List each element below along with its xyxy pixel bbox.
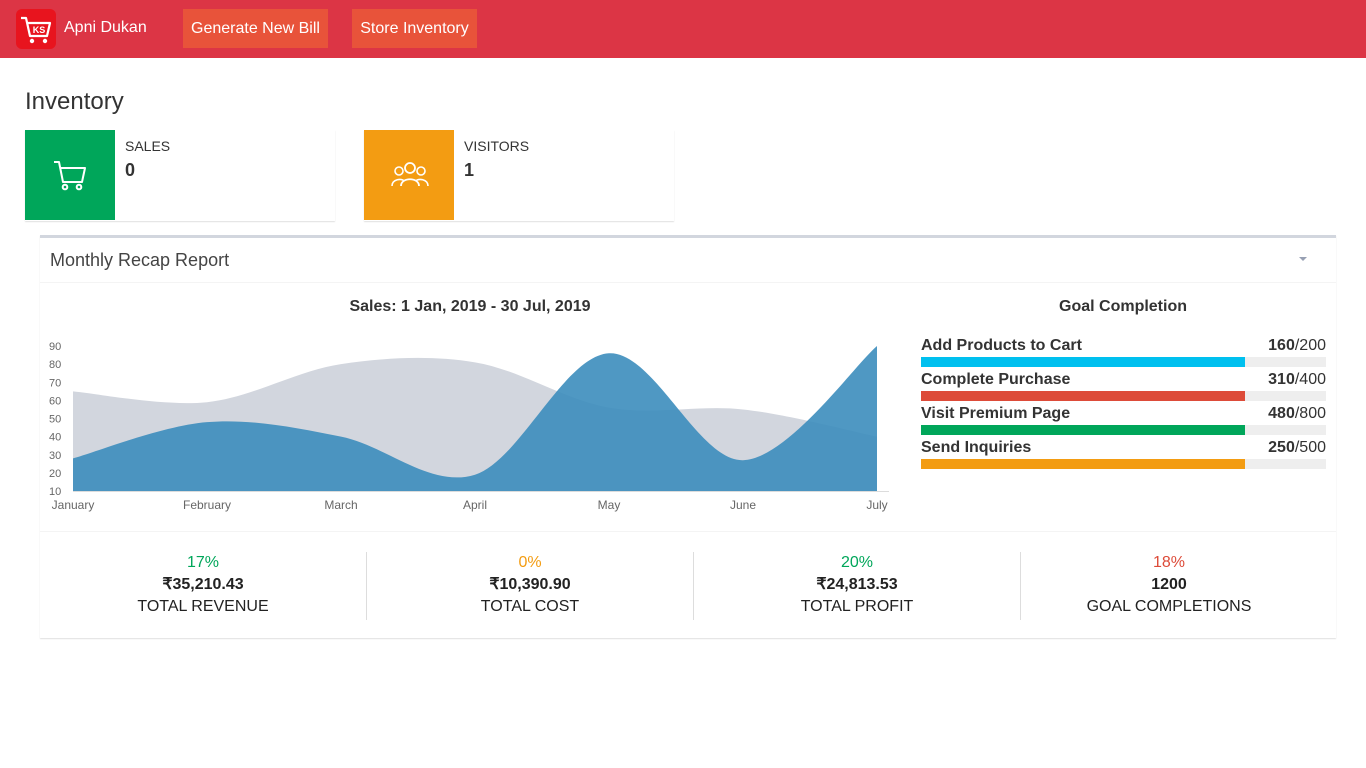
goal-progress-group: Visit Premium Page 480/800 <box>921 405 1326 437</box>
box-title: Monthly Recap Report <box>50 250 230 270</box>
goal-count: 160/200 <box>1268 337 1326 355</box>
users-icon <box>364 130 454 220</box>
description-block: 18% 1200 GOAL COMPLETIONS <box>1021 552 1317 620</box>
description-block: 0% ₹10,390.90 TOTAL COST <box>367 552 694 620</box>
y-tick-label: 40 <box>49 432 61 444</box>
navbar: KS Apni Dukan Generate New Bill Store In… <box>0 0 1366 58</box>
page-title: Inventory <box>25 88 124 115</box>
sales-label: SALES <box>125 138 171 154</box>
goal-count: 480/800 <box>1268 405 1326 423</box>
goal-progress-group: Add Products to Cart 160/200 <box>921 337 1326 369</box>
description-text: TOTAL PROFIT <box>800 598 914 615</box>
y-tick-label: 30 <box>49 450 61 462</box>
goal-progress-group: Send Inquiries 250/500 <box>921 439 1326 471</box>
sales-info-box: SALES 0 <box>25 130 335 221</box>
description-percentage: 18% <box>1152 554 1186 571</box>
y-tick-label: 10 <box>49 486 61 498</box>
box-header: Monthly Recap Report <box>40 238 1336 283</box>
report-summary: 17% ₹35,210.43 TOTAL REVENUE 0% ₹10,390.90 TO… <box>40 531 1336 641</box>
y-tick-label: 70 <box>49 377 61 389</box>
y-tick-label: 90 <box>49 341 61 353</box>
goal-total: /500 <box>1294 439 1326 456</box>
goal-completion-title: Goal Completion <box>1059 298 1187 315</box>
goal-label: Add Products to Cart <box>921 337 1082 354</box>
brand-name[interactable]: Apni Dukan <box>64 19 147 37</box>
x-tick-label: April <box>463 498 487 512</box>
description-block: 20% ₹24,813.53 TOTAL PROFIT <box>694 552 1021 620</box>
description-amount: ₹10,390.90 <box>489 576 571 593</box>
description-amount: ₹35,210.43 <box>162 576 244 593</box>
y-tick-label: 20 <box>49 468 61 480</box>
x-tick-label: May <box>598 498 621 512</box>
chart-title: Sales: 1 Jan, 2019 - 30 Jul, 2019 <box>349 298 591 315</box>
description-text: TOTAL COST <box>480 598 580 615</box>
x-tick-label: February <box>183 498 231 512</box>
progress-bar <box>921 459 1326 469</box>
description-percentage: 0% <box>518 554 542 571</box>
progress-fill <box>921 391 1245 401</box>
x-tick-label: June <box>730 498 756 512</box>
goal-done: 480 <box>1268 405 1295 422</box>
goal-label: Complete Purchase <box>921 371 1071 388</box>
goal-total: /800 <box>1294 405 1326 422</box>
goal-label: Visit Premium Page <box>921 405 1071 422</box>
goal-done: 310 <box>1268 371 1295 388</box>
visitors-label: VISITORS <box>464 138 530 154</box>
store-inventory-button[interactable]: Store Inventory <box>352 9 477 48</box>
description-percentage: 17% <box>186 554 220 571</box>
progress-bar <box>921 391 1326 401</box>
chevron-down-icon[interactable] <box>1296 252 1310 266</box>
goal-count: 310/400 <box>1268 371 1326 389</box>
description-text: GOAL COMPLETIONS <box>1086 598 1252 615</box>
description-amount: ₹24,813.53 <box>816 576 898 593</box>
brand-logo[interactable]: KS <box>16 9 56 49</box>
description-amount: 1200 <box>1151 576 1187 593</box>
x-tick-label: March <box>324 498 357 512</box>
goal-done: 160 <box>1268 337 1295 354</box>
sales-value: 0 <box>125 160 136 180</box>
goal-total: /200 <box>1294 337 1326 354</box>
progress-fill <box>921 357 1245 367</box>
goal-done: 250 <box>1268 439 1295 456</box>
generate-new-bill-button[interactable]: Generate New Bill <box>183 9 328 48</box>
description-percentage: 20% <box>840 554 874 571</box>
progress-bar <box>921 425 1326 435</box>
y-tick-label: 50 <box>49 414 61 426</box>
progress-bar <box>921 357 1326 367</box>
goal-count: 250/500 <box>1268 439 1326 457</box>
sales-area-chart: 10 20 30 40 50 60 70 80 90 January February March Ap… <box>49 341 889 512</box>
visitors-info-box: VISITORS 1 <box>364 130 674 221</box>
goal-total: /400 <box>1294 371 1326 388</box>
x-tick-label: July <box>866 498 887 512</box>
x-tick-label: January <box>52 498 95 512</box>
y-tick-label: 60 <box>49 395 61 407</box>
cart-icon <box>25 130 115 220</box>
description-block: 17% ₹35,210.43 TOTAL REVENUE <box>40 552 367 620</box>
visitors-value: 1 <box>464 160 475 180</box>
monthly-recap-box: Monthly Recap Report Sales: 1 Jan, 2019 … <box>40 235 1336 638</box>
brand-logo-text: KS <box>33 25 46 35</box>
description-text: TOTAL REVENUE <box>137 598 269 615</box>
goal-progress-group: Complete Purchase 310/400 <box>921 371 1326 403</box>
progress-fill <box>921 425 1245 435</box>
y-tick-label: 80 <box>49 359 61 371</box>
progress-fill <box>921 459 1245 469</box>
goal-label: Send Inquiries <box>921 439 1032 456</box>
